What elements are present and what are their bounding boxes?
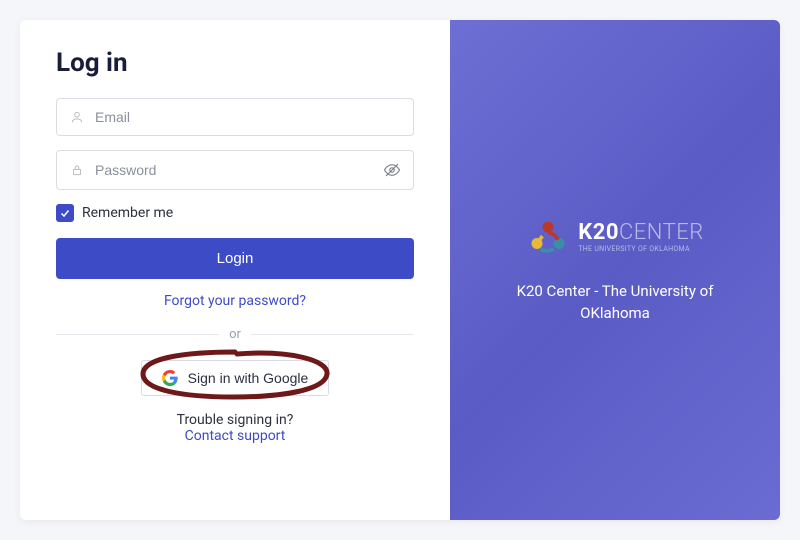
logo-bold: K20 bbox=[578, 222, 619, 244]
google-icon bbox=[162, 370, 178, 386]
brand-logo: K20 CENTER THE UNIVERSITY OF OKLAHOMA bbox=[526, 216, 703, 260]
email-input[interactable] bbox=[95, 109, 401, 125]
trouble-text: Trouble signing in? bbox=[56, 412, 414, 428]
google-signin-button[interactable]: Sign in with Google bbox=[141, 360, 330, 396]
brand-caption: K20 Center - The University of OKlahoma bbox=[470, 280, 760, 325]
user-icon bbox=[69, 109, 85, 125]
remember-row: Remember me bbox=[56, 204, 414, 222]
contact-support-link[interactable]: Contact support bbox=[56, 428, 414, 444]
logo-main: K20 CENTER bbox=[578, 222, 703, 244]
logo-sub: THE UNIVERSITY OF OKLAHOMA bbox=[578, 246, 703, 253]
email-field-wrap[interactable] bbox=[56, 98, 414, 136]
remember-label: Remember me bbox=[82, 205, 173, 221]
login-button[interactable]: Login bbox=[56, 238, 414, 279]
brand-panel: K20 CENTER THE UNIVERSITY OF OKLAHOMA K2… bbox=[450, 20, 780, 520]
divider-line-right bbox=[251, 334, 414, 335]
login-form-panel: Log in Remember me Login Forgot your pas… bbox=[20, 20, 450, 520]
page-title: Log in bbox=[56, 48, 414, 78]
logo-light: CENTER bbox=[619, 222, 704, 244]
password-input[interactable] bbox=[95, 162, 383, 178]
google-button-label: Sign in with Google bbox=[188, 370, 309, 386]
google-button-wrap: Sign in with Google bbox=[56, 360, 414, 396]
divider-text: or bbox=[219, 327, 251, 342]
login-card: Log in Remember me Login Forgot your pas… bbox=[20, 20, 780, 520]
lock-icon bbox=[69, 162, 85, 178]
logo-text: K20 CENTER THE UNIVERSITY OF OKLAHOMA bbox=[578, 222, 703, 253]
toggle-password-visibility-icon[interactable] bbox=[383, 161, 401, 179]
divider-line-left bbox=[56, 334, 219, 335]
divider: or bbox=[56, 327, 414, 342]
password-field-wrap[interactable] bbox=[56, 150, 414, 190]
forgot-password-link[interactable]: Forgot your password? bbox=[56, 293, 414, 309]
trouble-block: Trouble signing in? Contact support bbox=[56, 412, 414, 444]
k20-logo-mark-icon bbox=[526, 216, 570, 260]
remember-checkbox[interactable] bbox=[56, 204, 74, 222]
